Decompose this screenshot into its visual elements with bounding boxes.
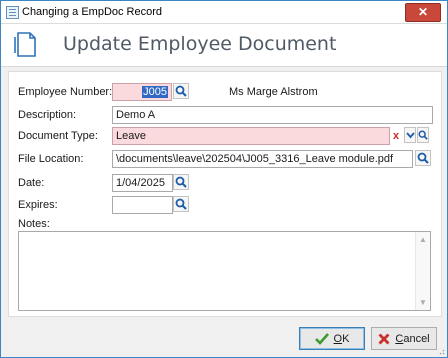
checkmark-icon [314, 332, 329, 345]
search-icon [175, 176, 187, 188]
employee-number-value: J005 [142, 86, 168, 98]
document-type-field[interactable]: Leave [112, 127, 390, 145]
dialog-header: Update Employee Document [1, 24, 447, 67]
notes-value [19, 232, 430, 236]
document-type-dropdown[interactable] [404, 127, 416, 143]
document-type-search-button[interactable] [417, 127, 429, 143]
resize-grip-icon[interactable] [437, 347, 445, 355]
window-icon [6, 6, 19, 19]
scroll-up-icon[interactable]: ▲ [419, 235, 427, 244]
notes-scrollbar[interactable]: ▲ ▼ [415, 232, 430, 310]
form-panel: Employee Number: J005 Ms Marge Alstrom D… [8, 71, 442, 317]
document-icon [14, 32, 36, 57]
description-label: Description: [18, 109, 77, 121]
date-field[interactable]: 1/04/2025 [112, 174, 173, 192]
notes-textarea[interactable]: ▲ ▼ [18, 231, 431, 311]
window-title: Changing a EmpDoc Record [22, 6, 163, 18]
scroll-down-icon[interactable]: ▼ [419, 298, 427, 307]
date-picker-button[interactable] [173, 174, 189, 190]
employee-name: Ms Marge Alstrom [229, 86, 318, 98]
file-location-label: File Location: [18, 153, 84, 165]
search-icon [175, 85, 187, 97]
close-button[interactable]: ✕ [405, 3, 441, 22]
dialog-window: Changing a EmpDoc Record ✕ Update Employ… [0, 0, 448, 358]
search-icon [175, 198, 187, 210]
file-location-field[interactable]: \documents\leave\202504\J005_3316_Leave … [112, 150, 413, 168]
file-location-browse-button[interactable] [415, 150, 431, 166]
x-icon [378, 333, 390, 344]
ok-label: OK [333, 332, 350, 345]
clear-icon[interactable]: x [390, 128, 402, 144]
search-icon [417, 152, 429, 164]
employee-number-label: Employee Number: [18, 86, 113, 98]
page-title: Update Employee Document [63, 33, 337, 55]
ok-button[interactable]: OK [299, 327, 365, 350]
cancel-button[interactable]: Cancel [371, 327, 437, 350]
date-label: Date: [18, 177, 45, 189]
title-bar: Changing a EmpDoc Record ✕ [1, 1, 447, 24]
document-type-label: Document Type: [18, 130, 98, 142]
expires-field[interactable] [112, 196, 173, 214]
cancel-label: Cancel [395, 332, 430, 345]
search-icon [418, 130, 428, 140]
notes-label: Notes: [18, 218, 50, 230]
description-field[interactable]: Demo A [112, 106, 433, 124]
expires-label: Expires: [18, 199, 58, 211]
employee-number-field[interactable]: J005 [112, 83, 172, 101]
employee-search-button[interactable] [173, 83, 189, 99]
chevron-down-icon [405, 132, 415, 139]
expires-picker-button[interactable] [173, 196, 189, 212]
